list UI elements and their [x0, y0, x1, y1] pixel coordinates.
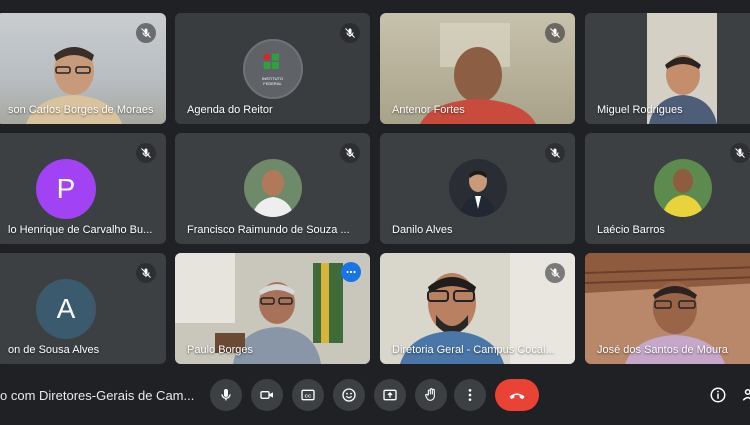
- info-icon: [710, 387, 726, 403]
- participant-tile[interactable]: Antenor Fortes: [380, 13, 575, 124]
- avatar: P: [36, 159, 96, 219]
- participant-tile[interactable]: José dos Santos de Moura: [585, 253, 750, 364]
- participant-grid: son Carlos Borges de Moraes INSTITUTO FE…: [0, 0, 750, 370]
- present-icon: [383, 389, 397, 401]
- logo-text: INSTITUTO FEDERAL: [261, 76, 284, 86]
- participant-tile-active[interactable]: Paulo Borges: [175, 253, 370, 364]
- participant-name: Miguel Rodrigues: [597, 104, 683, 116]
- raise-hand-icon: [425, 388, 435, 401]
- mic-icon: [221, 389, 231, 401]
- avatar: A: [36, 279, 96, 339]
- participant-name: José dos Santos de Moura: [597, 344, 728, 356]
- participant-name: Laécio Barros: [597, 224, 665, 236]
- participant-name: Danilo Alves: [392, 224, 453, 236]
- more-options-icon[interactable]: [341, 262, 361, 282]
- camera-button[interactable]: [251, 379, 283, 411]
- raise-hand-button[interactable]: [415, 379, 447, 411]
- leave-call-button[interactable]: [495, 379, 539, 411]
- mic-off-icon: [545, 263, 565, 283]
- mic-off-icon: [136, 23, 156, 43]
- participant-name: son Carlos Borges de Moraes: [8, 104, 154, 116]
- mic-off-icon: [340, 143, 360, 163]
- mic-off-icon: [136, 143, 156, 163]
- participant-tile[interactable]: son Carlos Borges de Moraes: [0, 13, 166, 124]
- mic-off-icon: [340, 23, 360, 43]
- avatar: [243, 159, 302, 217]
- participant-name: Agenda do Reitor: [187, 104, 273, 116]
- emoji-button[interactable]: [333, 379, 365, 411]
- avatar: [654, 159, 712, 217]
- mic-off-icon: [545, 143, 565, 163]
- mic-off-icon: [545, 23, 565, 43]
- participant-tile[interactable]: INSTITUTO FEDERAL Agenda do Reitor: [175, 13, 370, 124]
- mic-off-icon: [730, 143, 750, 163]
- participant-name: on de Sousa Alves: [8, 344, 100, 356]
- people-button[interactable]: [740, 381, 750, 409]
- participant-name: Paulo Borges: [187, 344, 254, 356]
- meeting-details-button[interactable]: [704, 381, 732, 409]
- mic-off-icon: [136, 263, 156, 283]
- people-icon: [742, 389, 750, 401]
- control-bar: o com Diretores-Gerais de Cam... CC: [0, 370, 750, 425]
- captions-icon: CC: [301, 389, 315, 401]
- participant-tile[interactable]: Francisco Raimundo de Souza ...: [175, 133, 370, 244]
- participant-name: Francisco Raimundo de Souza ...: [187, 224, 350, 236]
- participant-tile[interactable]: P lo Henrique de Carvalho Bu...: [0, 133, 166, 244]
- participant-tile[interactable]: Miguel Rodrigues: [585, 13, 750, 124]
- participant-tile[interactable]: Danilo Alves: [380, 133, 575, 244]
- hangup-icon: [509, 393, 525, 400]
- institute-logo-icon: [263, 53, 279, 69]
- more-options-button[interactable]: [454, 379, 486, 411]
- participant-tile[interactable]: A on de Sousa Alves: [0, 253, 166, 364]
- participant-tile[interactable]: Laécio Barros: [585, 133, 750, 244]
- avatar: [448, 159, 507, 217]
- emoji-icon: [342, 388, 356, 402]
- participant-name: lo Henrique de Carvalho Bu...: [8, 224, 153, 236]
- participant-tile[interactable]: Diretoria Geral - Campus Cocal...: [380, 253, 575, 364]
- mic-button[interactable]: [210, 379, 242, 411]
- svg-text:CC: CC: [305, 393, 312, 398]
- more-vert-icon: [468, 389, 472, 401]
- captions-button[interactable]: CC: [292, 379, 324, 411]
- present-button[interactable]: [374, 379, 406, 411]
- participant-name: Antenor Fortes: [392, 104, 465, 116]
- participant-name: Diretoria Geral - Campus Cocal...: [392, 344, 555, 356]
- logo-badge: INSTITUTO FEDERAL: [242, 39, 303, 99]
- meeting-title[interactable]: o com Diretores-Gerais de Cam...: [0, 388, 194, 403]
- camera-icon: [260, 391, 273, 399]
